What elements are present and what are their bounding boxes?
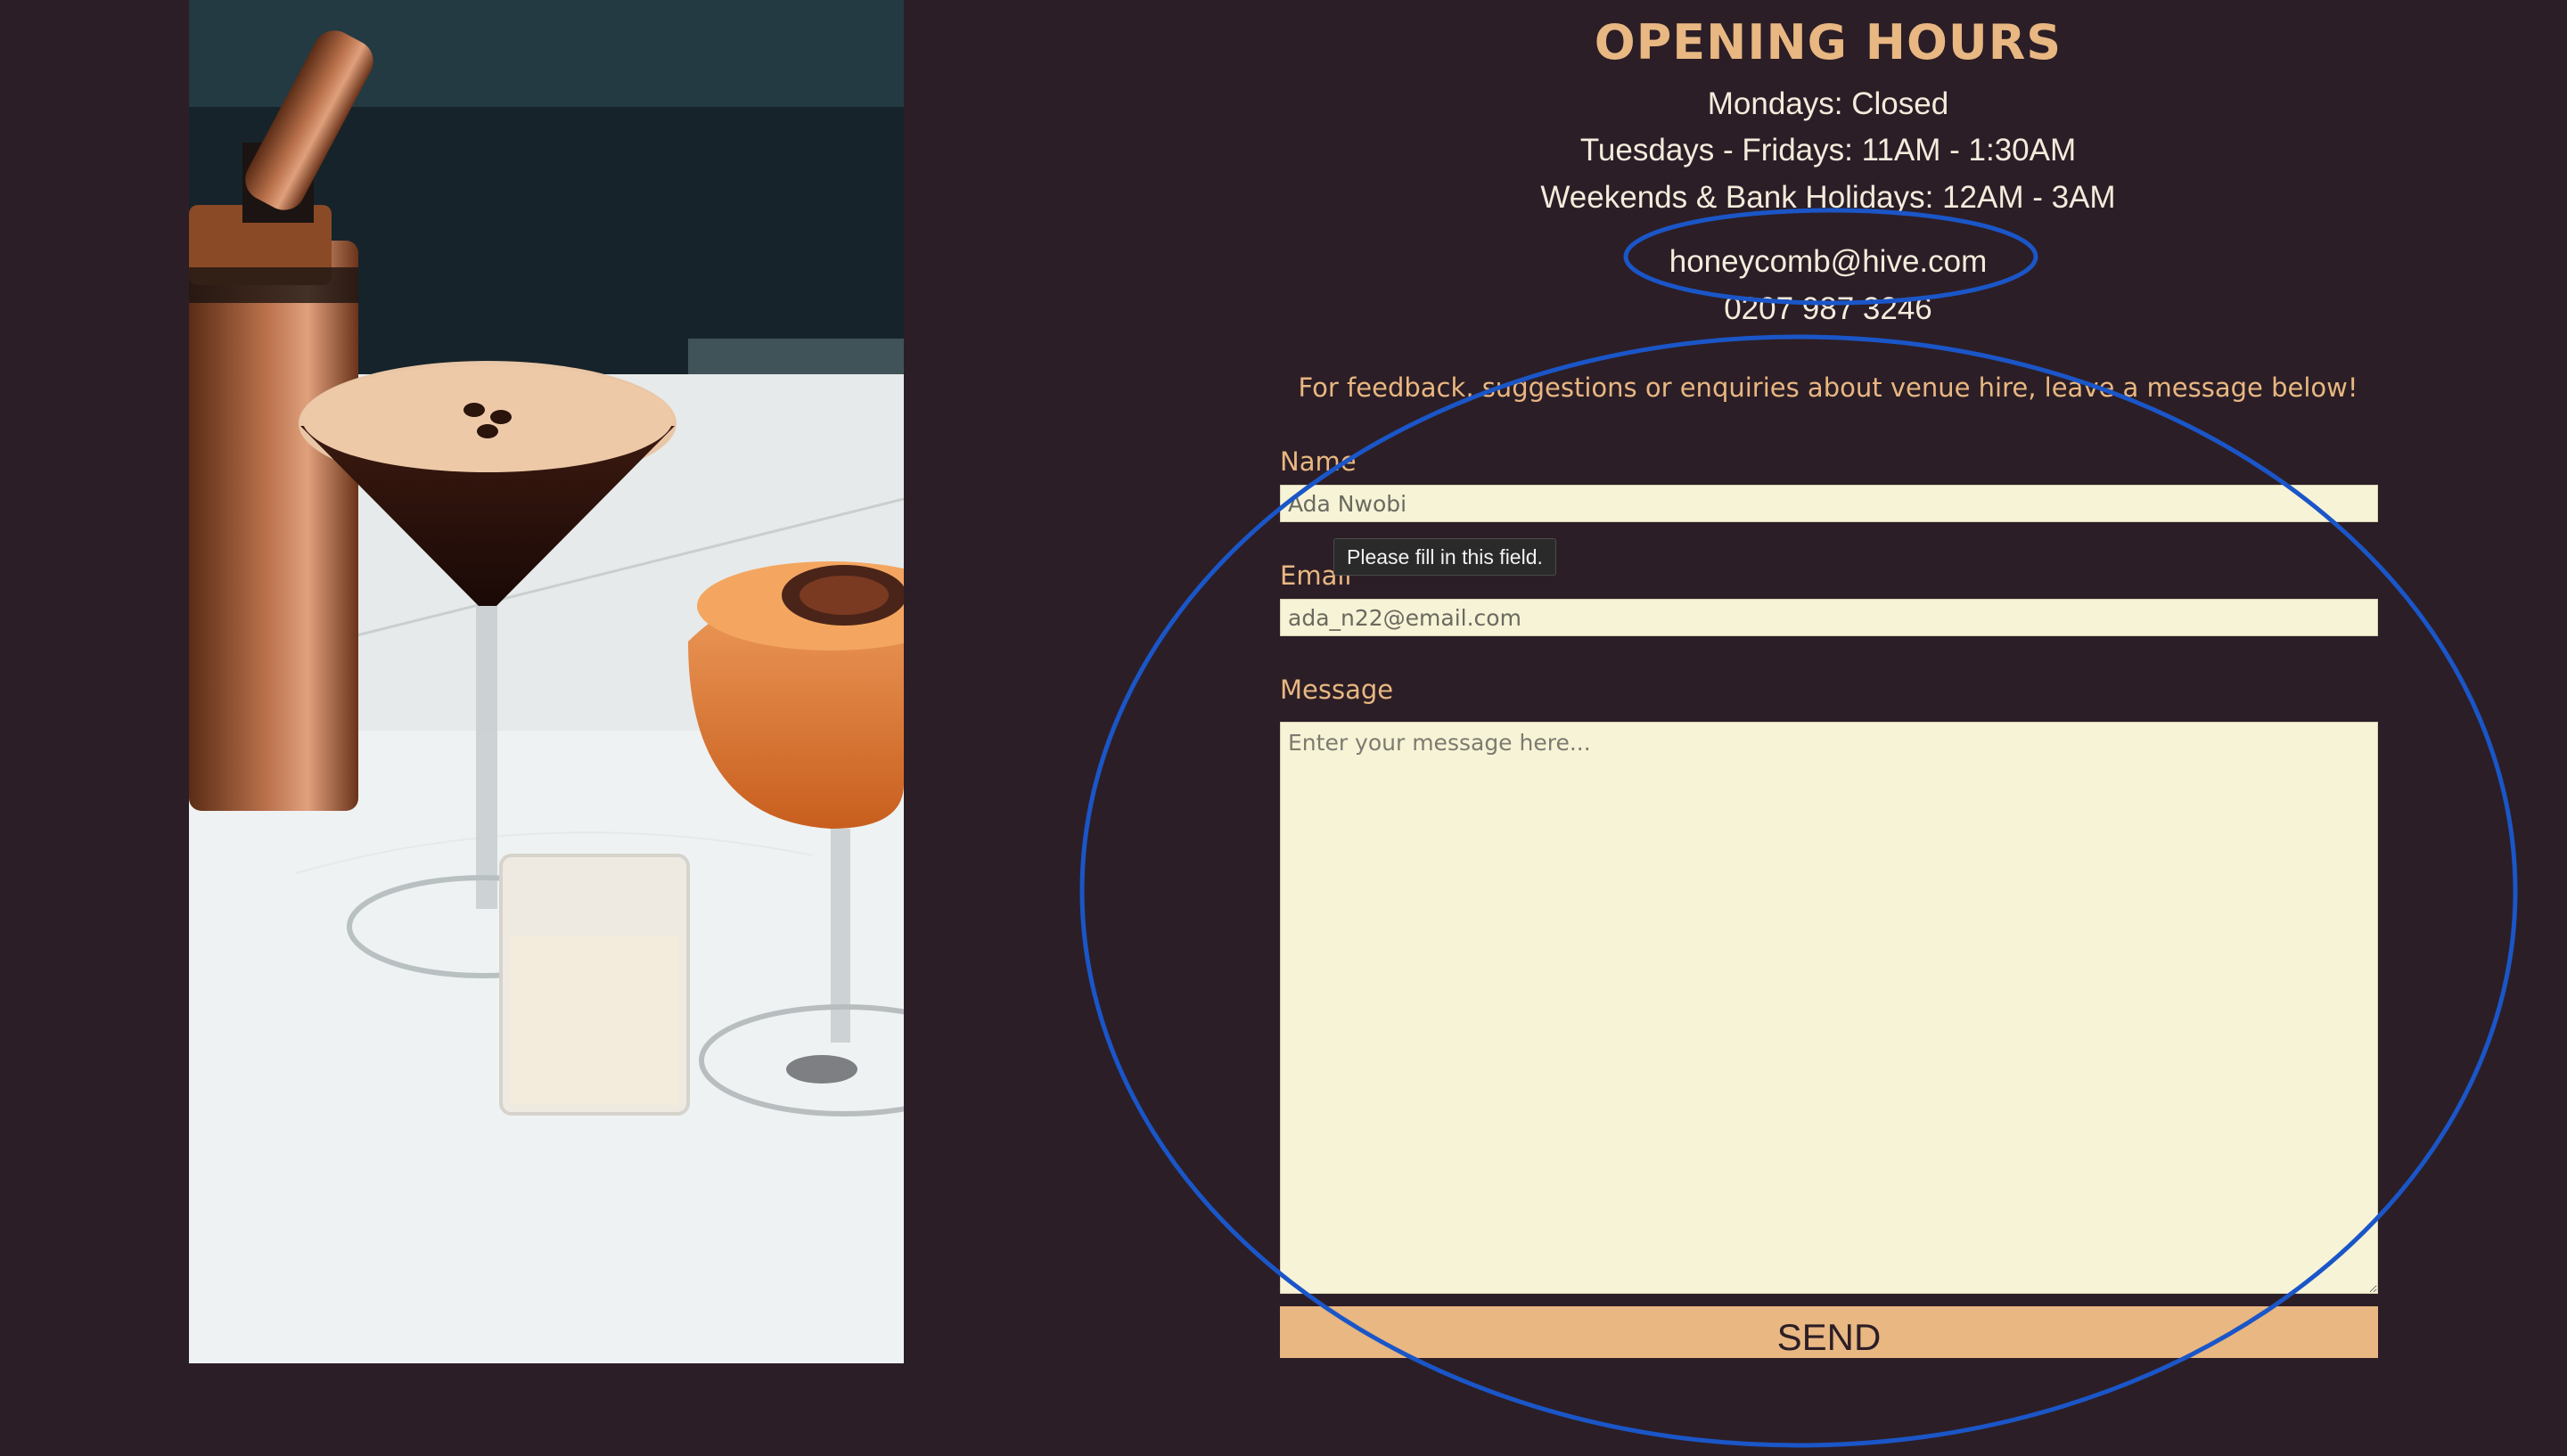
hours-line-weekdays: Tuesdays - Fridays: 11AM - 1:30AM (1579, 133, 2077, 168)
hours-line-weekends: Weekends & Bank Holidays: 12AM - 3AM (1540, 180, 2116, 215)
name-label: Name (1280, 446, 1357, 477)
contact-email[interactable]: honeycomb@hive.com (1280, 240, 2376, 284)
hours-line-mondays: Mondays: Closed (1707, 86, 1949, 121)
form-intro-text: For feedback, suggestions or enquiries a… (1298, 372, 2358, 403)
email-input[interactable] (1280, 599, 2378, 636)
name-input[interactable] (1280, 485, 2378, 522)
opening-hours-title: OPENING HOURS (1594, 14, 2063, 70)
send-button[interactable]: SEND (1280, 1306, 2378, 1358)
cocktail-photo (189, 0, 904, 1363)
cocktail-illustration (189, 0, 904, 1363)
validation-tooltip: Please fill in this field. (1333, 538, 1556, 576)
message-label: Message (1280, 675, 1394, 705)
message-textarea[interactable] (1280, 722, 2378, 1294)
contact-phone[interactable]: 0207 987 3246 (1280, 287, 2376, 331)
